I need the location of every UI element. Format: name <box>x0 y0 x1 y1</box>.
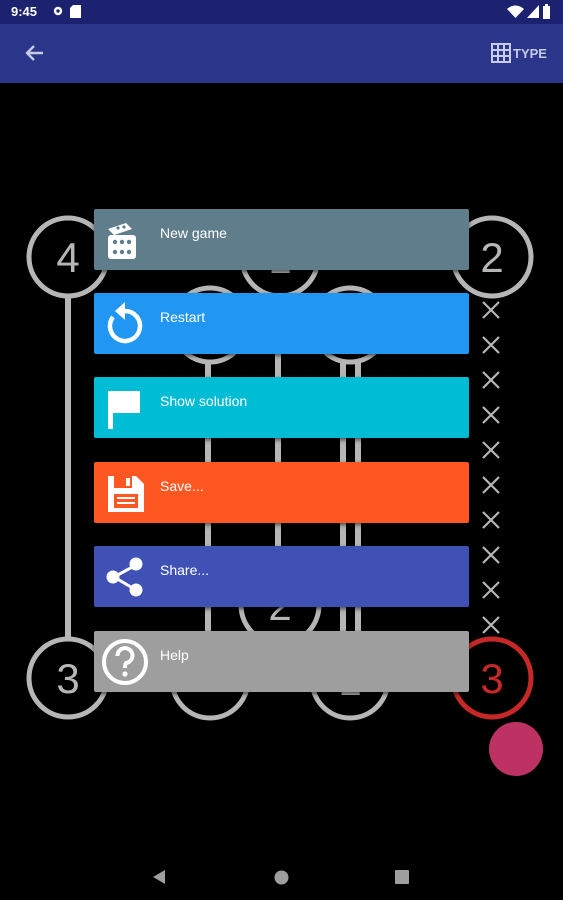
x-mark-icon <box>482 511 500 529</box>
menu-item-new-game[interactable]: New game <box>94 209 469 270</box>
menu-item-share[interactable]: Share... <box>94 546 469 607</box>
island-number: 4 <box>56 234 79 281</box>
x-mark-icon <box>482 476 500 494</box>
menu-item-label: Share... <box>160 562 210 578</box>
share-icon <box>106 557 143 597</box>
x-mark-icon <box>482 371 500 389</box>
menu-item-label: Restart <box>160 309 206 325</box>
island-number: 3 <box>56 655 79 702</box>
x-mark-icon <box>482 546 500 564</box>
navigation-bar <box>0 852 563 900</box>
x-mark-icon <box>482 406 500 424</box>
floating-action-button[interactable] <box>489 722 543 776</box>
nav-home-icon[interactable] <box>274 870 289 885</box>
island-number: 3 <box>480 655 503 702</box>
nav-back-icon[interactable] <box>152 869 166 885</box>
menu-item-help[interactable]: Help <box>94 631 469 692</box>
puzzle-board[interactable]: 4 1 2 2 3 1 3 <box>0 0 563 900</box>
island-number: 2 <box>480 234 503 281</box>
blocked-markers <box>482 301 500 634</box>
menu-item-restart[interactable]: Restart <box>94 293 469 354</box>
dice-icon <box>108 223 136 259</box>
x-mark-icon <box>482 336 500 354</box>
nav-recents-icon[interactable] <box>395 870 409 884</box>
menu-item-show-solution[interactable]: Show solution <box>94 377 469 438</box>
menu-item-label: Save... <box>160 478 204 494</box>
floppy-disk-icon <box>108 476 144 512</box>
menu-item-label: Help <box>160 647 189 663</box>
help-icon <box>102 639 148 685</box>
x-mark-icon <box>482 616 500 634</box>
menu-item-label: Show solution <box>160 393 248 409</box>
restart-icon <box>107 302 143 344</box>
menu-item-save[interactable]: Save... <box>94 462 469 523</box>
x-mark-icon <box>482 581 500 599</box>
flag-icon <box>108 391 140 429</box>
x-mark-icon <box>482 301 500 319</box>
x-mark-icon <box>482 441 500 459</box>
menu-item-label: New game <box>160 225 227 241</box>
